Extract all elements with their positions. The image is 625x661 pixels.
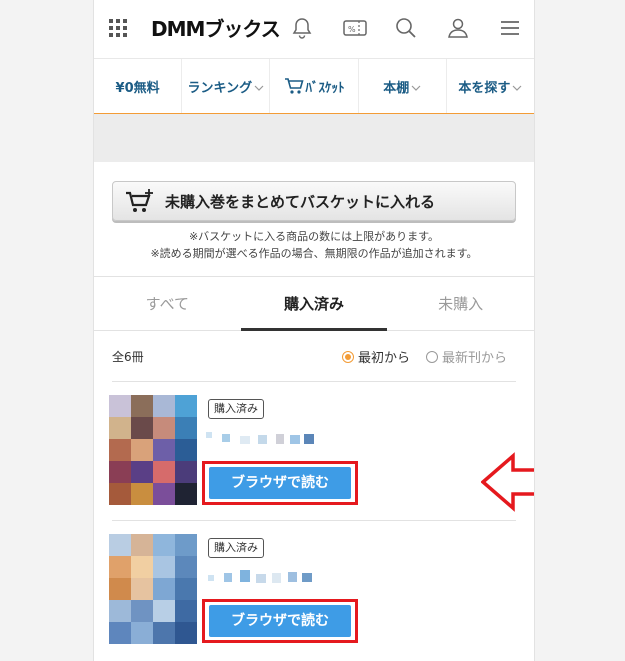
read-in-browser-button[interactable]: ブラウザで読む [202,461,358,505]
main-nav: ¥0無料 ランキング ﾊﾞｽｹｯﾄ 本棚 本を探す [94,58,534,115]
nav-item-bookshelf[interactable]: 本棚 [359,59,447,113]
read-button-label: ブラウザで読む [209,467,351,499]
nav-item-ranking[interactable]: ランキング [182,59,271,113]
user-icon[interactable] [446,16,470,40]
radio-unselected-icon [426,350,438,363]
blurred-book-title [206,432,314,444]
sort-option-latest[interactable]: 最新刊から [426,347,507,366]
banner-area [94,114,534,162]
nav-item-label: 本を探す [458,80,511,96]
book-cover-image[interactable] [109,534,197,644]
nav-item-label: ¥0無料 [115,80,160,96]
dmm-books-logo[interactable]: DMMブックス [151,14,281,44]
radio-selected-icon [342,350,354,363]
nav-item-label: ランキング [187,80,253,96]
top-header: DMMブックス % [94,0,534,58]
svg-text:%: % [348,25,356,34]
add-unpurchased-to-basket-button[interactable]: 未購入巻をまとめてバスケットに入れる [112,181,516,221]
sort-option-label: 最初から [358,351,411,366]
page-container: DMMブックス % ¥0無料 ランキング ﾊﾞｽｹｯﾄ 本棚 本を探す 未購入巻… [93,0,535,661]
nav-item-label: 本棚 [383,80,410,96]
book-cover-image[interactable] [109,395,197,505]
cart-plus-icon [126,189,153,212]
chevron-down-icon [254,85,264,91]
tab-purchased[interactable]: 購入済み [240,277,388,331]
chevron-down-icon [411,85,421,91]
chevron-down-icon [512,85,522,91]
nav-item-free[interactable]: ¥0無料 [94,59,183,113]
bulk-button-label: 未購入巻をまとめてバスケットに入れる [165,192,436,211]
bell-icon[interactable] [290,16,314,40]
basket-limit-note: ※バスケットに入る商品の数には上限があります。 [188,230,440,243]
tab-unpurchased[interactable]: 未購入 [387,277,534,330]
nav-item-label: ﾊﾞｽｹｯﾄ [305,80,345,96]
coupon-icon[interactable]: % [342,16,368,40]
divider [112,381,516,382]
pointer-arrow-icon [481,452,534,512]
blurred-book-title [208,570,312,583]
read-button-label: ブラウザで読む [209,605,351,637]
sort-option-first[interactable]: 最初から [342,347,410,366]
nav-item-basket[interactable]: ﾊﾞｽｹｯﾄ [270,59,359,113]
nav-item-search-books[interactable]: 本を探す [447,59,534,113]
purchased-badge: 購入済み [208,399,264,419]
book-count: 全6冊 [112,350,144,364]
purchased-badge: 購入済み [208,538,264,558]
purchase-status-tabs: すべて 購入済み 未購入 [94,276,534,331]
cart-icon [284,78,304,94]
divider [112,520,516,521]
read-in-browser-button[interactable]: ブラウザで読む [202,599,358,643]
unlimited-period-note: ※読める期間が選べる作品の場合、無期限の作品が追加されます。 [150,247,478,260]
search-icon[interactable] [394,16,418,40]
sort-option-label: 最新刊から [442,351,508,366]
hamburger-icon[interactable] [498,16,522,40]
grid-menu-icon[interactable] [109,19,127,37]
tab-all[interactable]: すべて [94,277,241,330]
